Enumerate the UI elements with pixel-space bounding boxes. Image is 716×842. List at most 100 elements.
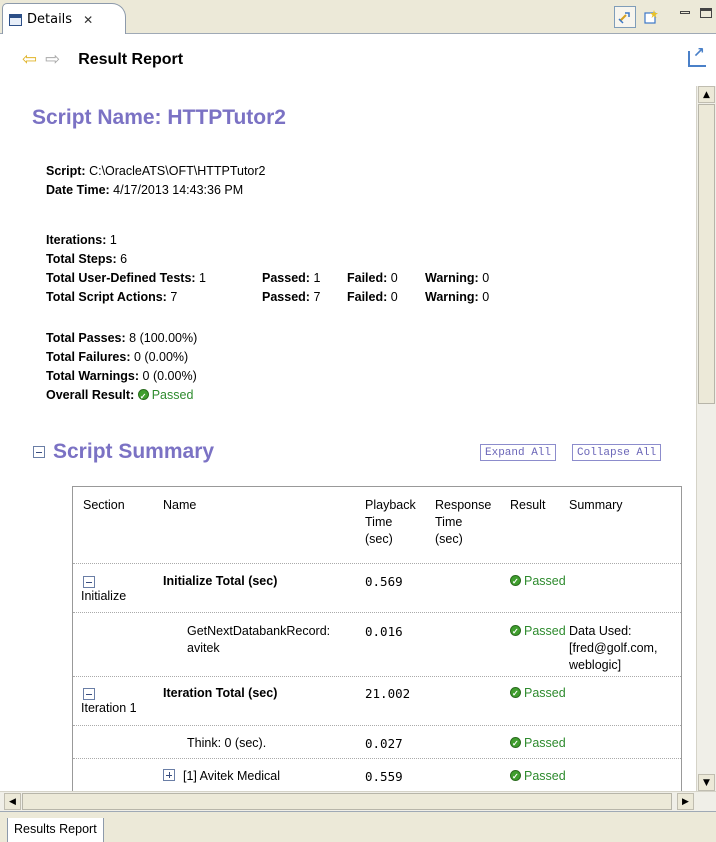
actions-warning-label: Warning: <box>425 290 479 304</box>
col-header-response-line1: Response <box>435 498 492 512</box>
row-summary-line2: [fred@golf.com, <box>569 641 658 655</box>
actions-passed-value: 7 <box>313 290 321 304</box>
row-result-text: Passed <box>524 736 566 750</box>
expand-all-button[interactable]: Expand All <box>480 444 557 461</box>
warnings-label: Total Warnings: <box>46 369 140 383</box>
udt-passed-value: 1 <box>313 271 321 285</box>
pass-check-icon <box>510 735 521 752</box>
forward-arrow-icon[interactable]: ⇨ <box>45 51 60 69</box>
collapse-row-icon[interactable] <box>83 688 95 700</box>
col-header-result: Result <box>510 498 546 512</box>
details-view-icon <box>9 13 22 26</box>
scroll-up-arrow-icon[interactable]: ▲ <box>698 86 715 103</box>
scroll-right-arrow-icon[interactable]: ▶ <box>677 793 694 810</box>
maximize-view-button[interactable] <box>700 8 712 18</box>
row-result: Passed <box>510 623 566 640</box>
script-info: Script: C:\OracleATS\OFT\HTTPTutor2 Date… <box>46 162 266 200</box>
row-name: Think: 0 (sec). <box>187 736 267 750</box>
row-playback: 0.027 <box>365 736 403 751</box>
col-header-summary: Summary <box>569 498 623 512</box>
actions-warning-value: 0 <box>482 290 490 304</box>
passes-value: 8 (100.00%) <box>129 331 198 345</box>
row-name: Iteration Total (sec) <box>163 686 278 700</box>
row-summary-line3: weblogic] <box>569 658 622 672</box>
row-result-text: Passed <box>524 624 566 638</box>
collapse-summary-icon[interactable] <box>33 446 45 458</box>
row-playback: 0.569 <box>365 574 403 589</box>
udt-warning-value: 0 <box>482 271 490 285</box>
script-name-heading: Script Name: HTTPTutor2 <box>32 106 286 129</box>
datetime-label: Date Time: <box>46 183 110 197</box>
vertical-scrollbar[interactable]: ▲ ▼ <box>696 86 716 791</box>
scroll-down-arrow-icon[interactable]: ▼ <box>698 774 715 791</box>
new-window-button[interactable] <box>640 6 662 28</box>
row-result-text: Passed <box>524 769 566 783</box>
view-tab-bar: Details ✕ <box>0 0 716 35</box>
iterations-value: 1 <box>109 233 117 247</box>
actions-label: Total Script Actions: <box>46 290 167 304</box>
tab-details-label: Details <box>27 12 73 27</box>
row-name: Initialize Total (sec) <box>163 574 278 588</box>
scroll-left-arrow-icon[interactable]: ◀ <box>4 793 21 810</box>
expand-row-icon[interactable] <box>163 769 175 781</box>
row-name: GetNextDatabankRecord: avitek <box>187 623 330 657</box>
col-header-response-line2: Time <box>435 515 463 529</box>
table-row: Initialize Initialize Total (sec) 0.569 … <box>73 563 681 612</box>
overall-result: Passed <box>151 388 194 402</box>
script-summary-title: Script Summary <box>53 440 215 463</box>
bottom-tab-bar: Results Report <box>0 811 716 842</box>
horizontal-scroll-thumb[interactable] <box>22 793 672 810</box>
col-header-response: Response Time (sec) <box>435 487 491 548</box>
script-path: C:\OracleATS\OFT\HTTPTutor2 <box>89 164 266 178</box>
row-playback: 0.016 <box>365 624 403 639</box>
test-counts: Iterations: 1 Total Steps: 6 Total User-… <box>46 231 505 307</box>
row-result: Passed <box>510 735 566 752</box>
export-icon[interactable] <box>688 45 706 67</box>
link-with-editor-button[interactable] <box>614 6 636 28</box>
table-row: Iteration 1 Iteration Total (sec) 21.002… <box>73 676 681 725</box>
tab-details[interactable]: Details ✕ <box>2 3 126 35</box>
row-summary-line1: Data Used: <box>569 624 632 638</box>
horizontal-scrollbar[interactable]: ◀ ▶ <box>0 791 716 811</box>
pass-check-icon <box>510 623 521 640</box>
row-result: Passed <box>510 685 566 702</box>
vertical-scroll-thumb[interactable] <box>698 104 715 404</box>
pass-check-icon <box>137 387 149 406</box>
script-summary-header: Script Summary <box>33 440 214 464</box>
total-steps-label: Total Steps: <box>46 252 117 266</box>
col-header-playback-line2: Time <box>365 515 393 529</box>
udt-label: Total User-Defined Tests: <box>46 271 196 285</box>
collapse-all-button[interactable]: Collapse All <box>572 444 662 461</box>
collapse-row-icon[interactable] <box>83 576 95 588</box>
actions-failed-label: Failed: <box>347 290 388 304</box>
row-summary: Data Used: [fred@golf.com, weblogic] <box>569 623 657 674</box>
back-arrow-icon[interactable]: ⇦ <box>22 51 37 69</box>
iterations-label: Iterations: <box>46 233 107 247</box>
actions-failed-value: 0 <box>390 290 398 304</box>
row-playback: 21.002 <box>365 686 411 701</box>
col-header-name: Name <box>163 498 197 512</box>
col-header-section: Section <box>83 498 125 512</box>
report-content: Script Name: HTTPTutor2 Script: C:\Oracl… <box>20 86 696 791</box>
overall-label: Overall Result: <box>46 388 135 402</box>
pass-check-icon <box>510 685 521 702</box>
totals-summary: Total Passes: 8 (100.00%) Total Failures… <box>46 329 198 406</box>
passes-label: Total Passes: <box>46 331 126 345</box>
table-row: [1] Avitek Medical 0.559 Passed <box>73 758 681 791</box>
udt-warning-label: Warning: <box>425 271 479 285</box>
row-name: [1] Avitek Medical <box>183 769 281 783</box>
summary-table: Section Name Playback Time (sec) Respons… <box>72 486 682 791</box>
minimize-view-button[interactable] <box>680 11 690 14</box>
script-label: Script: <box>46 164 86 178</box>
close-tab-icon[interactable]: ✕ <box>83 13 93 27</box>
row-result-text: Passed <box>524 574 566 588</box>
udt-passed-label: Passed: <box>262 271 310 285</box>
pass-check-icon <box>510 768 521 785</box>
tab-results-report[interactable]: Results Report <box>7 818 104 842</box>
row-name-line1: GetNextDatabankRecord: <box>187 624 331 638</box>
col-header-playback: Playback Time (sec) <box>365 487 416 548</box>
sync-icon <box>618 12 630 24</box>
row-section: Initialize <box>81 589 127 603</box>
left-gutter <box>0 86 20 791</box>
table-row: GetNextDatabankRecord: avitek 0.016 Pass… <box>73 612 681 676</box>
